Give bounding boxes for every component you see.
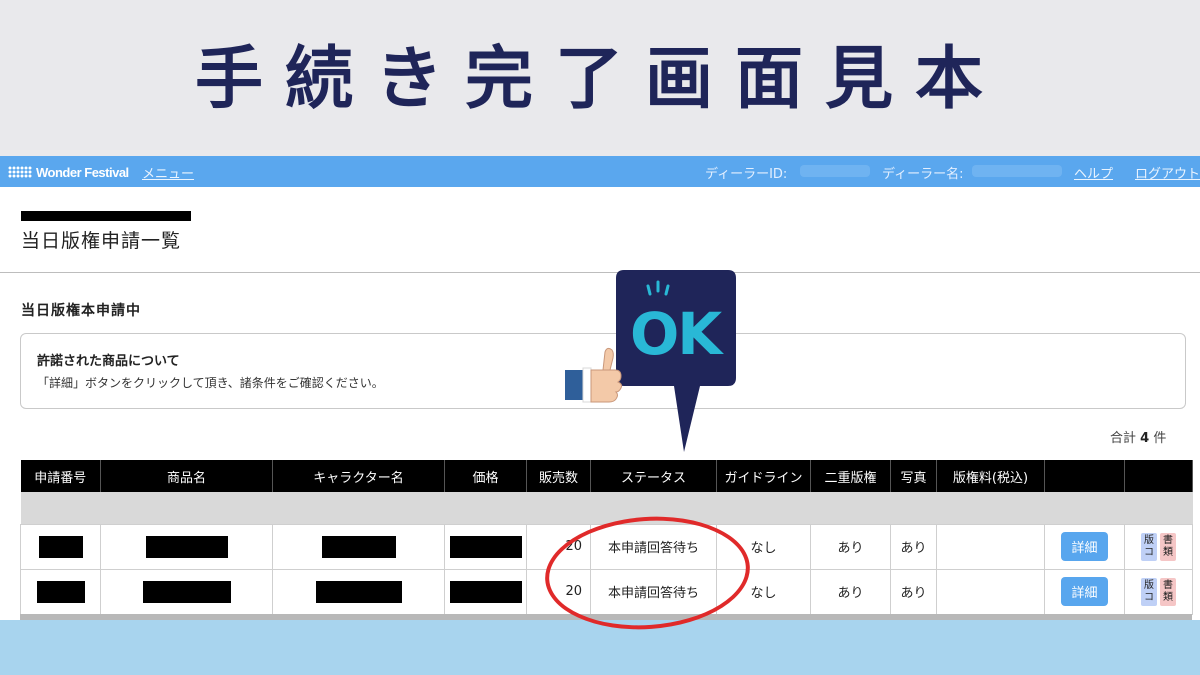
group-cell	[20, 492, 1193, 524]
col-header: 商品名	[100, 460, 273, 492]
documents-tag[interactable]: 書類	[1160, 577, 1176, 606]
divider	[0, 272, 1200, 273]
redacted-character	[321, 535, 396, 558]
ok-label: OK	[630, 300, 722, 368]
cell-photo: あり	[890, 523, 937, 570]
redacted-product	[145, 535, 228, 558]
col-header: 写真	[890, 460, 937, 492]
cell-id	[20, 523, 101, 570]
navbar: Wonder Festival メニュー ディーラーID: ディーラー名: ヘル…	[0, 156, 1200, 187]
dealer-id-redacted	[800, 165, 870, 177]
redacted-id	[36, 580, 85, 603]
thumbs-up-icon	[565, 347, 623, 403]
page-title: 当日版権申請一覧	[21, 230, 182, 252]
col-header: 申請番号	[20, 460, 101, 492]
cell-product	[100, 523, 273, 570]
logout-link[interactable]: ログアウト	[1135, 163, 1200, 182]
table-header-row: 申請番号 商品名 キャラクター名 価格 販売数 ステータス ガイドライン 二重版…	[20, 460, 1193, 492]
cell-double-rights: あり	[810, 568, 891, 615]
cell-double-rights: あり	[810, 523, 891, 570]
dealer-name-label: ディーラー名:	[882, 167, 964, 182]
col-header: 販売数	[526, 460, 591, 492]
dealer-id-label: ディーラーID:	[705, 167, 788, 182]
col-header: キャラクター名	[272, 460, 445, 492]
total-number: 4	[1140, 431, 1150, 446]
redacted-id	[38, 535, 83, 558]
cell-character	[272, 523, 445, 570]
cell-detail: 詳細	[1044, 568, 1125, 615]
cell-id	[20, 568, 101, 615]
bottom-band	[0, 620, 1200, 675]
cell-photo: あり	[890, 568, 937, 615]
cell-detail: 詳細	[1044, 523, 1125, 570]
title-banner: 手続き完了画面見本	[0, 0, 1200, 156]
cell-character	[272, 568, 445, 615]
section-title: 当日版権本申請中	[21, 303, 141, 319]
menu-link[interactable]: メニュー	[142, 163, 194, 182]
total-suffix: 件	[1153, 431, 1167, 446]
col-header: 価格	[444, 460, 527, 492]
wonder-festival-logo[interactable]: Wonder Festival	[8, 163, 129, 181]
col-header: ガイドライン	[716, 460, 811, 492]
notice-text: 「詳細」ボタンをクリックして頂き、諸条件をご確認ください。	[37, 376, 384, 390]
detail-button[interactable]: 詳細	[1061, 577, 1108, 606]
cell-fee	[936, 523, 1045, 570]
col-header	[1124, 460, 1193, 492]
banner-title: 手続き完了画面見本	[194, 40, 1005, 119]
redacted-character	[315, 580, 402, 603]
cell-fee	[936, 568, 1045, 615]
rights-code-tag[interactable]: 版コ	[1141, 532, 1157, 561]
cell-price	[444, 523, 527, 570]
col-header: ステータス	[590, 460, 717, 492]
redacted-price	[449, 580, 522, 603]
notice-title: 許諾された商品について	[37, 354, 180, 369]
cell-product	[100, 568, 273, 615]
redacted-price	[449, 535, 522, 558]
group-row	[20, 492, 1193, 524]
col-header: 版権料(税込)	[936, 460, 1045, 492]
col-header	[1044, 460, 1125, 492]
col-header: 二重版権	[810, 460, 891, 492]
logo-text: Wonder Festival	[36, 164, 129, 180]
redacted-product	[142, 580, 231, 603]
detail-button[interactable]: 詳細	[1061, 532, 1108, 561]
cell-tags: 版コ書類	[1124, 523, 1193, 570]
total-count: 合計 4 件	[1110, 427, 1166, 446]
breadcrumb-redacted	[21, 211, 191, 221]
total-prefix: 合計	[1110, 431, 1137, 446]
cell-price	[444, 568, 527, 615]
rights-code-tag[interactable]: 版コ	[1141, 577, 1157, 606]
documents-tag[interactable]: 書類	[1160, 532, 1176, 561]
dealer-name-redacted	[972, 165, 1062, 177]
help-link[interactable]: ヘルプ	[1074, 163, 1113, 182]
cell-tags: 版コ書類	[1124, 568, 1193, 615]
logo-dots-icon	[8, 166, 32, 178]
